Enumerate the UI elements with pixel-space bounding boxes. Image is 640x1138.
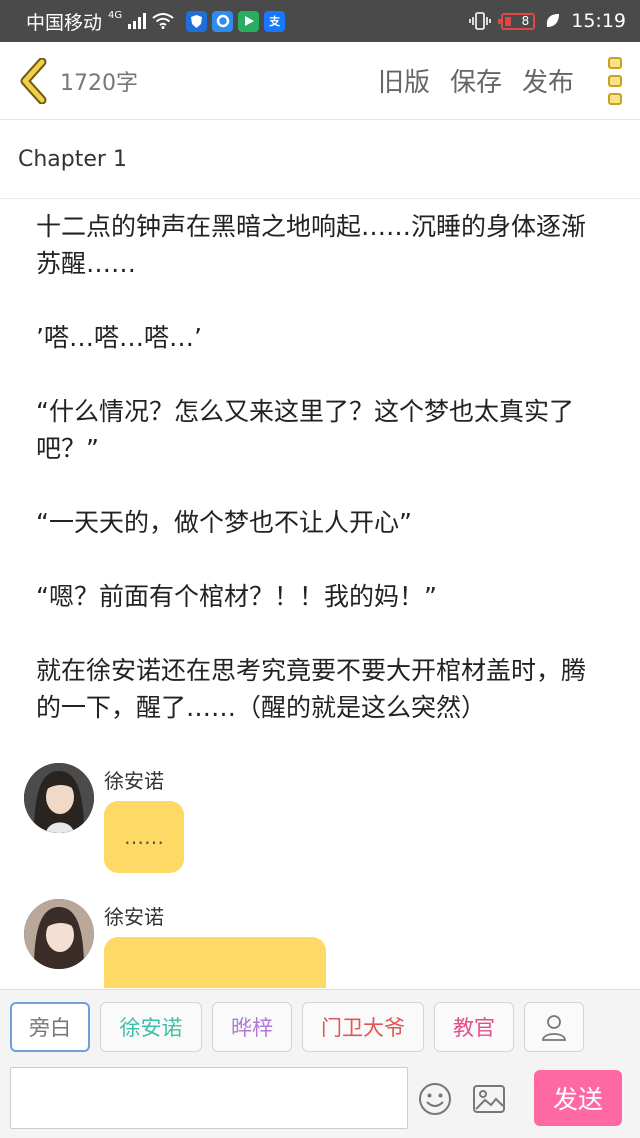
add-character-button[interactable] xyxy=(524,1001,584,1052)
speaker-name: 徐安诺 xyxy=(104,905,164,929)
shield-app-icon xyxy=(186,10,208,32)
wifi-icon xyxy=(152,13,174,29)
speaker-name: 徐安诺 xyxy=(104,769,164,793)
image-icon[interactable] xyxy=(472,1083,506,1115)
avatar xyxy=(24,763,94,833)
character-chip-gatekeeper[interactable]: 门卫大爷 xyxy=(302,1001,424,1052)
composer: 发送 xyxy=(0,1063,640,1138)
narration-paragraph: ’嗒…嗒…嗒…’ xyxy=(36,323,202,352)
avatar xyxy=(24,899,94,969)
chat-message[interactable]: 徐安诺 xyxy=(0,899,640,988)
character-name: 徐安诺 xyxy=(119,1015,183,1040)
editor-header: 1720字 旧版 保存 发布 xyxy=(0,42,640,120)
chapter-title-text: Chapter 1 xyxy=(18,147,127,172)
user-icon xyxy=(542,1014,566,1041)
video-app-icon xyxy=(238,10,260,32)
character-name: 教官 xyxy=(453,1015,495,1040)
network-type: 4G xyxy=(108,9,123,21)
chat-message[interactable]: 徐安诺 …… xyxy=(0,763,640,899)
battery-icon: 8 xyxy=(498,12,536,30)
message-input[interactable] xyxy=(10,1067,408,1129)
carrier-label: 中国移动 xyxy=(26,11,103,34)
word-count: 1720字 xyxy=(60,70,138,96)
dialogue-text: …… xyxy=(124,825,164,849)
emoji-icon[interactable] xyxy=(418,1082,452,1116)
signal-icon xyxy=(128,13,147,29)
dialogue-bubble[interactable] xyxy=(104,937,326,988)
narration-paragraph: “什么情况？怎么又来这里了？这个梦也太真实了吧？” xyxy=(36,397,574,463)
narration-paragraph: “一天天的，做个梦也不让人开心” xyxy=(36,508,412,537)
browser-app-icon xyxy=(212,10,234,32)
back-button[interactable] xyxy=(18,57,54,105)
vibrate-icon xyxy=(469,12,492,30)
save-button[interactable]: 保存 xyxy=(450,62,502,99)
character-chip-xu-annuo[interactable]: 徐安诺 xyxy=(100,1001,202,1052)
character-name: 门卫大爷 xyxy=(321,1015,405,1040)
send-button[interactable]: 发送 xyxy=(534,1070,622,1126)
narration-block: 十二点的钟声在黑暗之地响起……沉睡的身体逐渐苏醒…… ’嗒…嗒…嗒…’ “什么情… xyxy=(0,200,640,726)
story-content[interactable]: 十二点的钟声在黑暗之地响起……沉睡的身体逐渐苏醒…… ’嗒…嗒…嗒…’ “什么情… xyxy=(0,200,640,988)
character-chip-instructor[interactable]: 教官 xyxy=(434,1001,514,1052)
narration-paragraph: 就在徐安诺还在思考究竟要不要大开棺材盖时，腾的一下，醒了……（醒的就是这么突然） xyxy=(36,656,587,722)
narration-paragraph: “嗯？前面有个棺材？！！我的妈！” xyxy=(36,582,437,611)
chevron-left-icon xyxy=(20,57,47,104)
old-version-button[interactable]: 旧版 xyxy=(378,62,430,99)
character-selector: 旁白 徐安诺 晔梓 门卫大爷 教官 xyxy=(0,989,640,1063)
chapter-title[interactable]: Chapter 1 xyxy=(0,121,640,199)
alipay-app-icon: 支 xyxy=(264,10,286,32)
character-name: 晔梓 xyxy=(231,1015,273,1040)
character-name: 旁白 xyxy=(29,1015,71,1040)
character-chip-narrator[interactable]: 旁白 xyxy=(10,1001,90,1052)
more-menu-icon[interactable] xyxy=(608,56,622,105)
dialogue-bubble[interactable]: …… xyxy=(104,801,184,873)
character-chip-yezi[interactable]: 晔梓 xyxy=(212,1001,292,1052)
send-label: 发送 xyxy=(552,1085,603,1114)
publish-button[interactable]: 发布 xyxy=(522,62,574,99)
clock: 15:19 xyxy=(571,10,626,32)
leaf-icon xyxy=(547,14,560,27)
status-bar: 中国移动 4G 支 8 15:19 xyxy=(0,0,640,42)
narration-paragraph: 十二点的钟声在黑暗之地响起……沉睡的身体逐渐苏醒…… xyxy=(36,212,587,278)
battery-level: 8 xyxy=(521,14,530,28)
